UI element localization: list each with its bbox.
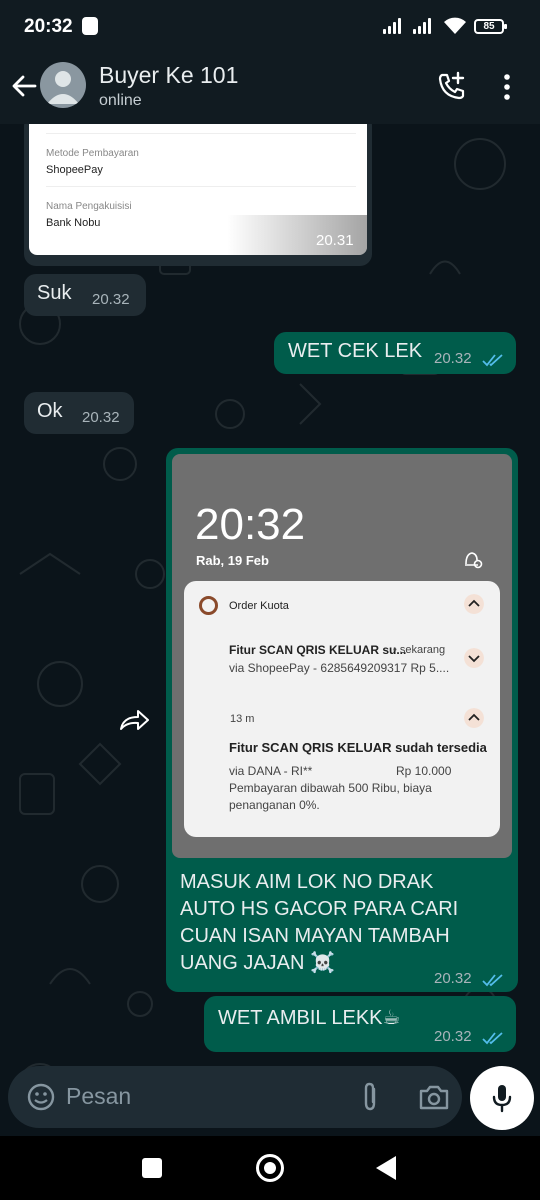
chat-area[interactable]: Metode Pembayaran ShopeePay Nama Pengaku… <box>0 124 540 1136</box>
contact-status: online <box>99 92 142 109</box>
chat-header: Buyer Ke 101 online <box>0 54 540 124</box>
caption-line-2: AUTO HS GACOR PARA CARI <box>180 898 459 920</box>
message-time: 20.31 <box>316 232 354 249</box>
message-text: Ok <box>37 400 63 422</box>
message-text: WET CEK LEK <box>288 340 423 362</box>
message-input-bar[interactable]: Pesan <box>8 1066 462 1128</box>
image-message-bubble[interactable]: Metode Pembayaran ShopeePay Nama Pengaku… <box>24 124 372 266</box>
contact-name[interactable]: Buyer Ke 101 <box>99 62 238 89</box>
notification-1-body: via ShopeePay - 6285649209317 Rp 5.... <box>229 661 450 675</box>
chevron-up-icon[interactable] <box>464 708 484 728</box>
message-time: 20.32 <box>82 409 120 426</box>
recent-apps-button[interactable] <box>142 1158 162 1178</box>
more-vert-icon[interactable] <box>497 72 517 102</box>
battery-indicator: 85 <box>474 19 507 34</box>
incoming-message[interactable]: Ok 20.32 <box>24 392 134 434</box>
notification-card[interactable]: Order Kuota Fitur SCAN QRIS KELUAR su...… <box>184 581 500 837</box>
notification-2-line2: Pembayaran dibawah 500 Ribu, biaya <box>229 781 432 795</box>
message-time: 20.32 <box>434 350 472 367</box>
caption-line-3: CUAN ISAN MAYAN TAMBAH <box>180 925 450 947</box>
message-time: 20.32 <box>434 1028 472 1045</box>
read-ticks-icon <box>482 1032 503 1045</box>
outgoing-message[interactable]: WET AMBIL LEKK☕ 20.32 <box>204 996 516 1052</box>
signal-icon <box>383 18 407 34</box>
chevron-down-icon[interactable] <box>464 648 484 668</box>
shared-screenshot[interactable]: Metode Pembayaran ShopeePay Nama Pengaku… <box>29 124 367 255</box>
attach-icon[interactable] <box>358 1081 382 1113</box>
signal-icon-2 <box>413 18 437 34</box>
notification-settings-icon <box>465 552 483 569</box>
caption-line-4: UANG JAJAN ☠️ <box>180 952 335 974</box>
lock-screen-screenshot[interactable]: 20:32 Rab, 19 Feb Order Kuota Fitur SCAN… <box>172 454 512 858</box>
read-ticks-icon <box>482 354 503 367</box>
notification-2-line3: penanganan 0%. <box>229 798 320 812</box>
notification-icon <box>82 17 98 35</box>
notification-2-title: Fitur SCAN QRIS KELUAR sudah tersedia <box>229 740 487 755</box>
notification-app-name: Order Kuota <box>229 600 289 612</box>
lock-screen-time: 20:32 <box>195 500 306 549</box>
message-text: WET AMBIL LEKK☕ <box>218 1007 401 1029</box>
message-text: Suk <box>37 282 72 304</box>
system-back-button[interactable] <box>376 1156 396 1180</box>
back-arrow-icon[interactable] <box>10 72 38 100</box>
message-input[interactable]: Pesan <box>66 1083 131 1110</box>
app-icon <box>199 596 218 615</box>
incoming-message[interactable]: Suk 20.32 <box>24 274 146 316</box>
outgoing-message[interactable]: WET CEK LEK 20.32 <box>274 332 516 374</box>
message-time: 20.32 <box>92 291 130 308</box>
message-time: 20.32 <box>434 970 472 987</box>
chevron-up-icon[interactable] <box>464 594 484 614</box>
emoji-icon[interactable] <box>26 1082 56 1112</box>
status-time: 20:32 <box>24 16 73 37</box>
payment-method-label: Metode Pembayaran <box>46 148 139 159</box>
acquirer-label: Nama Pengakuisisi <box>46 201 132 212</box>
system-nav-bar <box>0 1136 540 1200</box>
avatar[interactable] <box>40 62 86 108</box>
payment-method-value: ShopeePay <box>46 164 103 176</box>
lock-screen-date: Rab, 19 Feb <box>196 553 269 568</box>
notification-1-title: Fitur SCAN QRIS KELUAR su... <box>229 643 407 657</box>
forward-icon[interactable] <box>114 701 154 737</box>
home-button[interactable] <box>256 1154 284 1182</box>
read-ticks-icon <box>482 974 503 987</box>
notification-1-time: • sekarang <box>393 644 446 656</box>
camera-icon[interactable] <box>418 1083 450 1111</box>
status-bar: 20:32 85 <box>0 0 540 54</box>
acquirer-value: Bank Nobu <box>46 217 101 229</box>
add-call-icon[interactable] <box>436 70 468 102</box>
mic-button[interactable] <box>470 1066 534 1130</box>
wifi-icon <box>444 17 466 34</box>
image-caption: MASUK AIM LOK NO DRAK AUTO HS GACOR PARA… <box>166 864 518 992</box>
notification-2-time: 13 m <box>230 713 255 725</box>
notification-2-line1-left: via DANA - RI** <box>229 764 313 778</box>
notification-2-amount: Rp 10.000 <box>396 764 452 778</box>
mic-icon <box>492 1085 512 1113</box>
caption-line-1: MASUK AIM LOK NO DRAK <box>180 871 434 893</box>
